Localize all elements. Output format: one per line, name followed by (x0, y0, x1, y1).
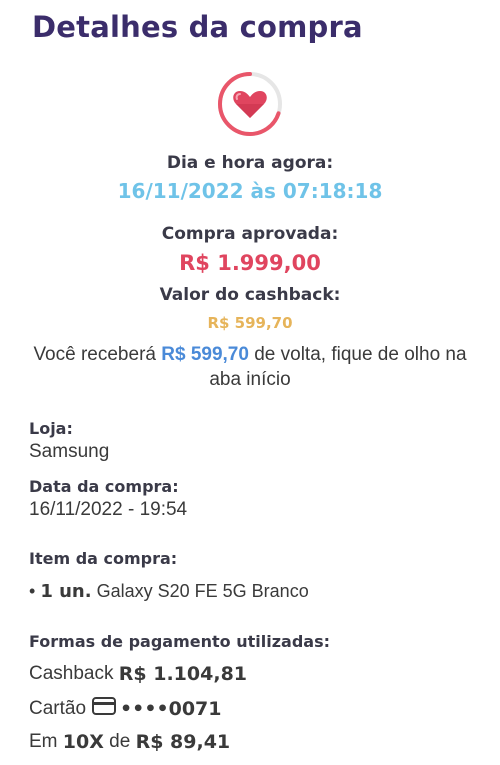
list-item: • 1 un. Galaxy S20 FE 5G Branco (29, 581, 309, 602)
item-label: Item da compra: (29, 549, 178, 568)
payment-card-label: Cartão (29, 698, 87, 719)
purchase-date-value: 16/11/2022 - 19:54 (29, 499, 188, 520)
purchase-date-label: Data da compra: (29, 477, 179, 496)
message-amount: R$ 599,70 (161, 344, 249, 365)
item-bullet: • (29, 581, 36, 601)
installment-count: 10X (62, 731, 104, 753)
page-title: Detalhes da compra (32, 10, 363, 44)
payment-card-number: ••••0071 (120, 698, 222, 720)
payment-methods-label: Formas de pagamento utilizadas: (29, 632, 330, 651)
datetime-label: Dia e hora agora: (166, 153, 334, 173)
datetime-value: 16/11/2022 às 07:18:18 (117, 179, 383, 203)
heart-badge (216, 70, 284, 138)
store-value: Samsung (29, 441, 110, 462)
heart-icon (218, 72, 282, 136)
cashback-message: Você receberá R$ 599,70 de volta, fique … (30, 342, 470, 392)
approved-amount: R$ 1.999,00 (179, 251, 321, 275)
payment-cashback-label: Cashback (29, 663, 114, 684)
installment-prefix: Em (29, 731, 58, 752)
cashback-amount: R$ 599,70 (207, 314, 293, 332)
item-quantity: 1 un. (40, 581, 92, 602)
payment-cashback-amount: R$ 1.104,81 (118, 663, 248, 685)
credit-card-icon (92, 697, 117, 721)
item-name: Galaxy S20 FE 5G Branco (96, 581, 309, 601)
payment-installment-line: Em 10X de R$ 89,41 (29, 731, 230, 753)
store-label: Loja: (29, 419, 73, 438)
approved-label: Compra aprovada: (161, 224, 339, 244)
cashback-label: Valor do cashback: (159, 285, 341, 305)
payment-cashback-line: Cashback R$ 1.104,81 (29, 663, 247, 685)
installment-of: de (109, 731, 131, 752)
message-prefix: Você receberá (33, 344, 162, 365)
installment-amount: R$ 89,41 (135, 731, 231, 753)
payment-card-line: Cartão ••••0071 (29, 697, 222, 721)
